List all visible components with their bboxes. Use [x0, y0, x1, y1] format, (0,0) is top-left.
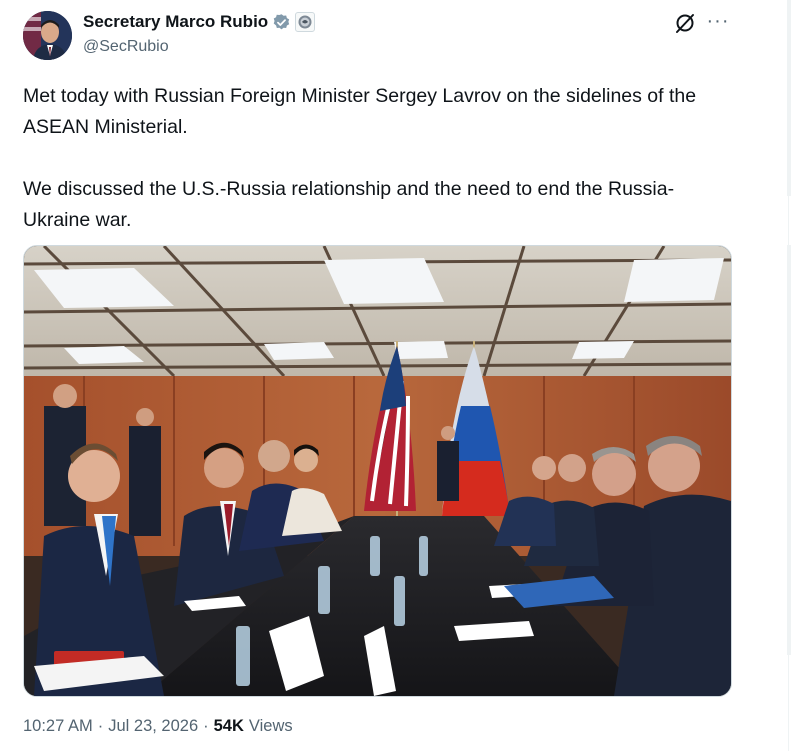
tweet-text: Met today with Russian Foreign Minister …: [23, 85, 697, 231]
display-name[interactable]: Secretary Marco Rubio: [83, 12, 268, 32]
meeting-photo[interactable]: [23, 245, 732, 697]
name-row: Secretary Marco Rubio: [83, 12, 316, 32]
verified-badge-icon[interactable]: [272, 13, 291, 32]
right-column-edge: [752, 0, 791, 751]
meta-separator: ·: [97, 717, 104, 735]
tweet-meta: 10:27 AM · Jul 23, 2026 · 54K Views: [23, 717, 293, 736]
views-count[interactable]: 54K: [214, 717, 244, 736]
avatar[interactable]: [23, 11, 72, 60]
handle[interactable]: @SecRubio: [83, 38, 169, 56]
meta-separator: ·: [203, 717, 209, 735]
tweet-date[interactable]: Jul 23, 2026: [108, 717, 198, 736]
sidebar-card-edge: [787, 245, 791, 655]
tweet-time[interactable]: 10:27 AM: [23, 717, 93, 736]
tweet-card: Secretary Marco Rubio @SecRubio ··· Met …: [0, 0, 753, 751]
grok-icon[interactable]: [673, 11, 697, 35]
profile-photo-icon: [23, 11, 72, 60]
meeting-photo-icon: [24, 246, 731, 696]
government-seal-icon[interactable]: [295, 12, 316, 32]
sidebar-card-edge: [787, 0, 791, 196]
views-label: Views: [248, 717, 293, 735]
more-options-icon[interactable]: ···: [706, 10, 730, 34]
